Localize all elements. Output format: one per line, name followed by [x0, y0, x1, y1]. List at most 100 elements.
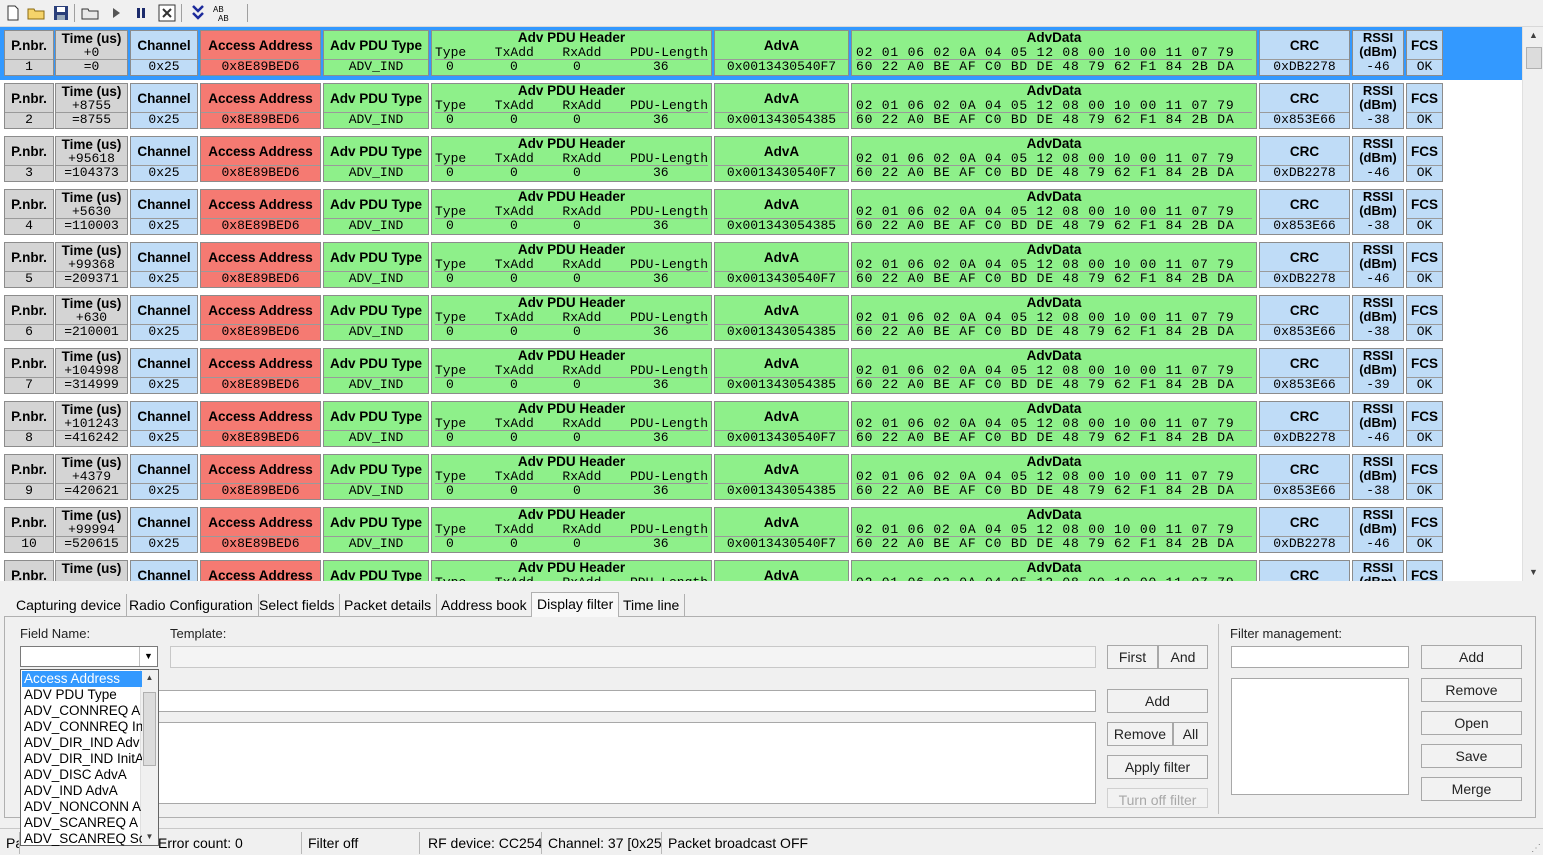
- filter-name-field[interactable]: [1231, 646, 1409, 668]
- chevron-down-icon[interactable]: ▼: [139, 647, 157, 666]
- access-address-value: 0x8E89BED6: [201, 165, 320, 180]
- select-fields-icon[interactable]: AB AB: [212, 3, 232, 23]
- access-address-header: Access Address: [208, 38, 313, 53]
- save-icon[interactable]: [51, 3, 71, 23]
- rssi-header: RSSI(dBm): [1353, 84, 1403, 112]
- dropdown-item[interactable]: ADV_SCANREQ Sc: [22, 831, 142, 847]
- tab-radio-configuration[interactable]: Radio Configuration: [124, 594, 259, 616]
- scroll-down-icon[interactable]: ▼: [1523, 564, 1543, 581]
- header-field-label: TxAdd: [494, 469, 534, 484]
- packet-row[interactable]: P.nbr. 1 Time (us) +0 =0 Channel 0x25 Access Ad…: [0, 27, 1522, 80]
- adva-cell: AdvA 0x0013430540F7: [714, 401, 849, 447]
- header-field-label: TxAdd: [494, 257, 534, 272]
- header-field-value: 0: [446, 112, 454, 127]
- filter-list[interactable]: [150, 722, 1096, 804]
- dropdown-item[interactable]: Access Address: [22, 671, 142, 687]
- dropdown-item[interactable]: ADV_CONNREQ In: [22, 719, 142, 735]
- apply-filter-button[interactable]: Apply filter: [1107, 755, 1208, 779]
- header-field-labels: Type TxAdd RxAdd PDU-Length: [435, 46, 708, 60]
- field-name-combo[interactable]: ▼: [20, 646, 158, 667]
- saved-filters-list[interactable]: [1231, 678, 1409, 795]
- fm-open-button[interactable]: Open: [1421, 711, 1522, 735]
- scroll-up-icon[interactable]: ▲: [1523, 27, 1543, 44]
- advdata-header: AdvData: [1026, 508, 1082, 522]
- chan-cell: Channel 0x25: [130, 401, 198, 447]
- tab-capturing-device[interactable]: Capturing device: [11, 594, 128, 616]
- packet-row[interactable]: P.nbr. 8 Time (us) +101243 =416242 Channel 0x2…: [0, 398, 1522, 451]
- first-button[interactable]: First: [1107, 645, 1158, 669]
- header-field-value: 0: [446, 430, 454, 445]
- adva-header: AdvA: [763, 303, 800, 318]
- new-file-icon[interactable]: [3, 3, 23, 23]
- dropdown-item[interactable]: ADV_CONNREQ A: [22, 703, 142, 719]
- dropdown-item[interactable]: ADV_NONCONN A: [22, 799, 142, 815]
- tab-display-filter[interactable]: Display filter: [531, 592, 620, 617]
- packet-row[interactable]: P.nbr. 4 Time (us) +5630 =110003 Channel 0x25 A…: [0, 186, 1522, 239]
- add-filter-button[interactable]: Add: [1107, 689, 1208, 713]
- dropdown-item[interactable]: ADV_IND AdvA: [22, 783, 142, 799]
- remove-all-button[interactable]: All: [1173, 722, 1208, 746]
- rssi-header-line2: (dBm): [1359, 468, 1397, 483]
- fm-add-button[interactable]: Add: [1421, 645, 1522, 669]
- scroll-thumb[interactable]: [143, 692, 156, 766]
- packet-row[interactable]: P.nbr. 9 Time (us) +4379 =420621 Channel 0x25 A…: [0, 451, 1522, 504]
- packet-row[interactable]: P.nbr. 6 Time (us) +630 =210001 Channel 0x25 Ac…: [0, 292, 1522, 345]
- packet-list-scrollbar[interactable]: ▲ ▼: [1522, 27, 1543, 581]
- packet-row[interactable]: P.nbr. 5 Time (us) +99368 =209371 Channel 0x25…: [0, 239, 1522, 292]
- and-button[interactable]: And: [1158, 645, 1208, 669]
- advd-cell: AdvData02 01 06 02 0A 04 05 12 08 00 10 …: [851, 348, 1257, 394]
- packet-row[interactable]: P.nbr. 7 Time (us) +104998 =314999 Channel 0x2…: [0, 345, 1522, 398]
- tab-address-book[interactable]: Address book: [436, 594, 533, 616]
- scroll-up-icon[interactable]: ▲: [141, 670, 158, 686]
- crc-value: 0xDB2278: [1260, 271, 1349, 286]
- packet-row[interactable]: P.nbr. 10 Time (us) +99994 =520615 Channel 0x2…: [0, 504, 1522, 557]
- fm-merge-button[interactable]: Merge: [1421, 777, 1522, 801]
- header-field-label: RxAdd: [562, 469, 602, 484]
- dropdown-item[interactable]: ADV PDU Type: [22, 687, 142, 703]
- resize-grip-icon[interactable]: ⋰: [1531, 843, 1541, 854]
- header-field-label: Type: [435, 151, 467, 166]
- header-field-value: 0: [510, 377, 518, 392]
- header-field-value: 0: [446, 165, 454, 180]
- scroll-thumb[interactable]: [1526, 47, 1542, 69]
- advd-cell: AdvData02 01 06 02 0A 04 05 12 08 00 10 …: [851, 454, 1257, 500]
- dropdown-item[interactable]: ADV_DIR_IND Adv: [22, 735, 142, 751]
- dropdown-item[interactable]: ADV_SCANREQ A: [22, 815, 142, 831]
- access-address-value: 0x8E89BED6: [201, 112, 320, 127]
- advdata-header: AdvData: [1026, 296, 1082, 310]
- field-name-dropdown[interactable]: ▲ ▼ Access Address ADV PDU Type ADV_CONNRE…: [20, 669, 159, 846]
- adva-value: 0x0013430540F7: [715, 165, 848, 180]
- autoscroll-icon[interactable]: [188, 3, 208, 23]
- play-icon[interactable]: [106, 3, 126, 23]
- dropdown-item[interactable]: ADV_DISC AdvA: [22, 767, 142, 783]
- header-field-value: 0: [573, 377, 581, 392]
- clear-icon[interactable]: [157, 3, 177, 23]
- tab-select-fields[interactable]: Select fields: [254, 594, 341, 616]
- packet-row[interactable]: P.nbr. 3 Time (us) +95618 =104373 Channel 0x25…: [0, 133, 1522, 186]
- advdata-line-2: 60 22 A0 BE AF C0 BD DE 48 79 62 F1 84 2…: [856, 112, 1252, 127]
- rssi-value: -38: [1366, 219, 1390, 233]
- pause-icon[interactable]: [131, 3, 151, 23]
- tab-packet-details[interactable]: Packet details: [339, 594, 438, 616]
- rssi-header-line1: RSSI: [1362, 31, 1394, 45]
- advdata-line-2: 60 22 A0 BE AF C0 BD DE 48 79 62 F1 84 2…: [856, 59, 1252, 74]
- fm-save-button[interactable]: Save: [1421, 744, 1522, 768]
- turn-off-filter-button[interactable]: Turn off filter: [1107, 788, 1208, 808]
- packet-list[interactable]: P.nbr. 1 Time (us) +0 =0 Channel 0x25 Access Ad…: [0, 27, 1522, 581]
- open-folder-icon[interactable]: [26, 3, 46, 23]
- filter-expression-field[interactable]: [150, 690, 1096, 712]
- tab-time-line[interactable]: Time line: [618, 594, 686, 616]
- fcs-header: FCS: [1411, 356, 1438, 371]
- channel-value: 0x25: [131, 377, 197, 392]
- channel-value: 0x25: [131, 59, 197, 74]
- packet-row[interactable]: P.nbr. Time (us) Channel Access Address Adv …: [0, 557, 1522, 581]
- field-name-label: Field Name:: [20, 626, 91, 641]
- scroll-down-icon[interactable]: ▼: [141, 829, 158, 845]
- packet-row[interactable]: P.nbr. 2 Time (us) +8755 =8755 Channel 0x25 Acc…: [0, 80, 1522, 133]
- header-field-value: 0: [573, 536, 581, 551]
- remove-filter-button[interactable]: Remove: [1107, 722, 1173, 746]
- dropdown-item[interactable]: ADV_DIR_IND InitA: [22, 751, 142, 767]
- fm-remove-button[interactable]: Remove: [1421, 678, 1522, 702]
- open-capture-icon[interactable]: [80, 3, 100, 23]
- dropdown-scrollbar[interactable]: ▲ ▼: [140, 670, 158, 845]
